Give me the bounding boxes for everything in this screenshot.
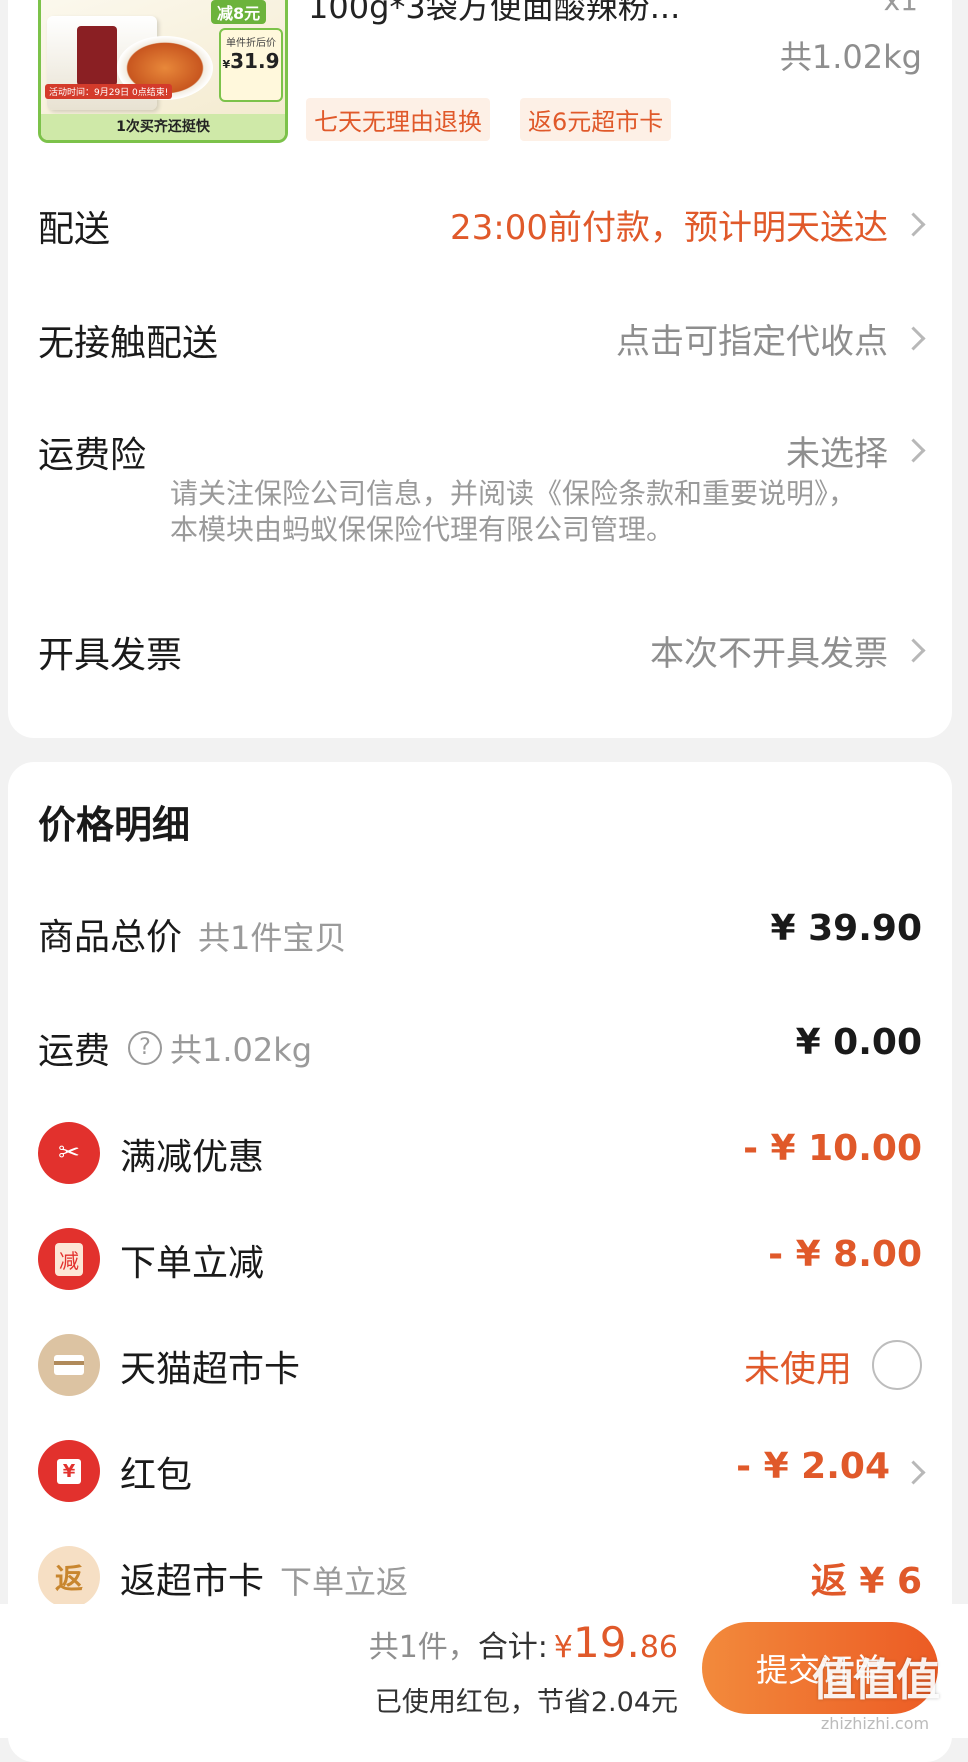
saving-text: 已使用红包，节省2.04元: [374, 1687, 678, 1718]
goods-total-row: 商品总价 共1件宝贝 ¥ 39.90: [8, 902, 952, 962]
coupon-ticket-icon: ✂: [38, 1122, 100, 1184]
total-currency: ¥: [553, 1630, 574, 1665]
watermark: 值值值 zhizhizhi.com: [812, 1655, 940, 1733]
shipping-fee-sub: 共1.02kg: [170, 1031, 313, 1069]
order-total: 共1件，合计: ¥19.86: [369, 1618, 678, 1667]
red-packet-label: 红包: [120, 1455, 193, 1496]
return-card-amount: 返 ¥ 6: [810, 1561, 922, 1602]
product-tag-card: 返6元超市卡: [520, 98, 672, 141]
total-int: 19.: [573, 1618, 640, 1667]
shipping-insurance-row[interactable]: 运费险 未选择 请关注保险公司信息，并阅读《保险条款和重要说明》，本模块由蚂蚁保…: [8, 420, 952, 560]
tmall-card-status: 未使用: [743, 1349, 852, 1390]
shipping-insurance-label: 运费险: [38, 435, 147, 476]
return-card-row: 返 返超市卡 下单立返 返 ¥ 6: [8, 1542, 952, 1612]
invoice-label: 开具发票: [38, 635, 183, 676]
goods-total-sub: 共1件宝贝: [198, 919, 347, 957]
goods-total-label-group: 商品总价 共1件宝贝: [38, 908, 346, 960]
shipping-insurance-value: 未选择: [786, 434, 888, 474]
invoice-value: 本次不开具发票: [650, 634, 888, 674]
product-weight: 共1.02kg: [779, 38, 922, 76]
red-envelope-icon: ¥: [38, 1440, 100, 1502]
shipping-fee-amount: ¥ 0.00: [795, 1022, 922, 1063]
chevron-right-icon: [901, 326, 926, 351]
order-options-card: 减8元 单件折后价 ¥31.9 活动时间：9月29日 0点结束! 1次买齐还挺快…: [8, 0, 952, 738]
product-qty: x1: [883, 0, 918, 17]
tmall-card-row[interactable]: 天猫超市卡 未使用: [8, 1330, 952, 1400]
thumb-footer: 1次买齐还挺快: [41, 114, 285, 140]
full-reduction-label: 满减优惠: [120, 1137, 265, 1178]
help-circle-icon[interactable]: ?: [128, 1031, 163, 1065]
contactless-value: 点击可指定代收点: [616, 322, 888, 362]
order-discount-amount: - ¥ 8.00: [768, 1234, 922, 1275]
invoice-row[interactable]: 开具发票 本次不开具发票: [8, 618, 952, 678]
discount-badge-icon: 减: [38, 1228, 100, 1290]
return-badge-icon: 返: [38, 1546, 100, 1608]
goods-total-label: 商品总价: [38, 917, 183, 958]
order-discount-label: 下单立减: [120, 1243, 265, 1284]
return-card-sub: 下单立返: [280, 1563, 409, 1601]
return-card-label-group: 返超市卡 下单立返: [120, 1552, 408, 1604]
item-count: 共1件，: [368, 1630, 478, 1665]
chevron-right-icon: [901, 212, 926, 237]
delivery-label: 配送: [38, 209, 111, 250]
tmall-card-radio[interactable]: [872, 1340, 922, 1390]
total-label: 合计:: [477, 1630, 548, 1665]
checkout-bar: 共1件，合计: ¥19.86 已使用红包，节省2.04元 提交订单 值值值 zhi…: [0, 1604, 968, 1738]
contactless-delivery-row[interactable]: 无接触配送 点击可指定代收点: [8, 306, 952, 366]
credit-card-icon: [38, 1334, 100, 1396]
thumb-price-box: 单件折后价 ¥31.9: [219, 28, 283, 102]
delivery-value: 23:00前付款，预计明天送达: [450, 208, 888, 248]
red-packet-amount: - ¥ 2.04: [736, 1446, 890, 1487]
goods-total-amount: ¥ 39.90: [770, 908, 922, 949]
product-title: 100g*3袋方便面酸辣粉...: [308, 0, 681, 26]
shipping-fee-label: 运费: [38, 1031, 111, 1072]
thumb-top-badge: 减8元: [211, 0, 267, 24]
full-reduction-amount: - ¥ 10.00: [743, 1128, 922, 1169]
shipping-fee-label-group: 运费 ? 共1.02kg: [38, 1022, 312, 1074]
price-detail-title: 价格明细: [38, 803, 191, 847]
return-card-label: 返超市卡: [120, 1561, 265, 1602]
chevron-right-icon: [901, 638, 926, 663]
total-dec: 86: [639, 1630, 678, 1665]
shipping-insurance-note: 请关注保险公司信息，并阅读《保险条款和重要说明》，本模块由蚂蚁保保险代理有限公司…: [170, 477, 857, 546]
chevron-right-icon: [901, 1460, 926, 1485]
product-tag-return: 七天无理由退换: [306, 98, 490, 141]
delivery-row[interactable]: 配送 23:00前付款，预计明天送达: [8, 192, 952, 252]
full-reduction-row: ✂ 满减优惠 - ¥ 10.00: [8, 1118, 952, 1188]
order-discount-row: 减 下单立减 - ¥ 8.00: [8, 1224, 952, 1294]
shipping-fee-row: 运费 ? 共1.02kg ¥ 0.00: [8, 1016, 952, 1076]
product-thumbnail[interactable]: 减8元 单件折后价 ¥31.9 活动时间：9月29日 0点结束! 1次买齐还挺快: [38, 0, 288, 143]
red-packet-row[interactable]: ¥ 红包 - ¥ 2.04: [8, 1436, 952, 1506]
thumb-activity: 活动时间：9月29日 0点结束!: [45, 84, 173, 99]
tmall-card-label: 天猫超市卡: [120, 1349, 301, 1390]
contactless-label: 无接触配送: [38, 323, 219, 364]
chevron-right-icon: [901, 438, 926, 463]
